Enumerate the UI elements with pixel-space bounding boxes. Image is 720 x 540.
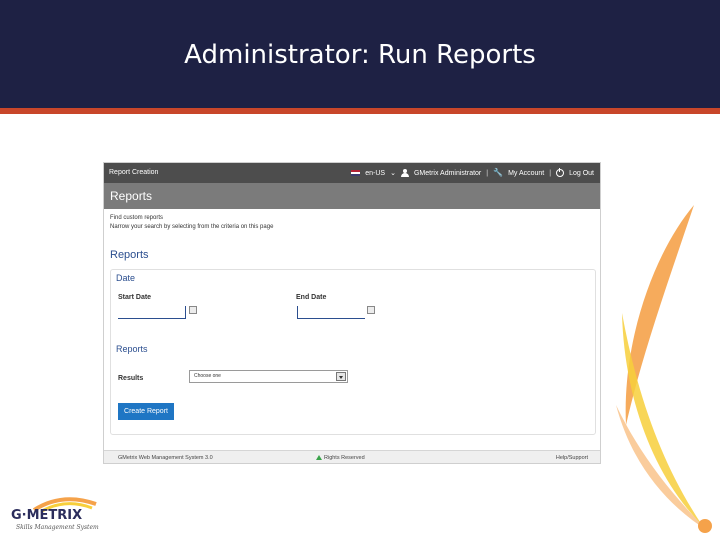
end-date-label: End Date <box>296 294 327 301</box>
logout-link[interactable]: Log Out <box>569 170 594 177</box>
user-icon <box>400 169 409 177</box>
triangle-icon <box>316 455 322 460</box>
start-date-input[interactable] <box>118 306 186 319</box>
results-selected-value: Choose one <box>194 373 221 379</box>
wrench-icon: 🔧 <box>493 168 504 177</box>
chevron-down-icon[interactable] <box>336 372 346 381</box>
gmetrix-logo: G·METRIX Skills Management System <box>8 494 103 534</box>
slide-header-rule <box>0 108 720 114</box>
footer-rights: Rights Reserved <box>324 455 365 461</box>
app-topbar: Report Creation en-US ⌄ GMetrix Administ… <box>104 163 600 183</box>
user-name-link[interactable]: GMetrix Administrator <box>414 170 481 177</box>
chevron-down-icon: ⌄ <box>390 170 396 177</box>
app-subbar: Reports <box>104 183 600 209</box>
results-select[interactable]: Choose one <box>189 370 348 383</box>
footer-copyright: GMetrix Web Management System 3.0 <box>118 455 213 461</box>
intro-text: Find custom reports <box>110 215 164 221</box>
reports-section-heading: Reports <box>116 344 148 354</box>
criteria-panel <box>110 269 596 435</box>
power-icon <box>556 168 565 177</box>
logo-text: G·METRIX <box>11 508 83 523</box>
separator: | <box>486 169 489 177</box>
logo-subtitle: Skills Management System <box>16 524 99 531</box>
results-label: Results <box>118 375 144 382</box>
decorative-swoosh <box>616 205 712 533</box>
my-account-link[interactable]: My Account <box>508 170 544 177</box>
create-report-button[interactable]: Create Report <box>118 403 174 420</box>
separator: | <box>549 169 552 177</box>
intro-subtext: Narrow your search by selecting from the… <box>110 224 274 230</box>
flag-icon <box>351 170 361 176</box>
calendar-icon[interactable] <box>367 306 375 314</box>
start-date-label: Start Date <box>118 294 152 301</box>
end-date-input[interactable] <box>297 306 365 319</box>
app-screenshot: Report Creation en-US ⌄ GMetrix Administ… <box>103 162 601 464</box>
subbar-title: Reports <box>110 189 153 203</box>
app-footer: GMetrix Web Management System 3.0 Rights… <box>104 450 600 463</box>
language-selector[interactable]: en-US <box>365 170 385 177</box>
reports-heading: Reports <box>110 249 149 261</box>
date-section-heading: Date <box>116 273 136 283</box>
topbar-title: Report Creation <box>109 169 159 176</box>
topbar-right: en-US ⌄ GMetrix Administrator | 🔧 My Acc… <box>351 163 594 183</box>
help-support-link[interactable]: Help/Support <box>556 455 588 461</box>
slide-title: Administrator: Run Reports <box>184 40 536 70</box>
calendar-icon[interactable] <box>189 306 197 314</box>
